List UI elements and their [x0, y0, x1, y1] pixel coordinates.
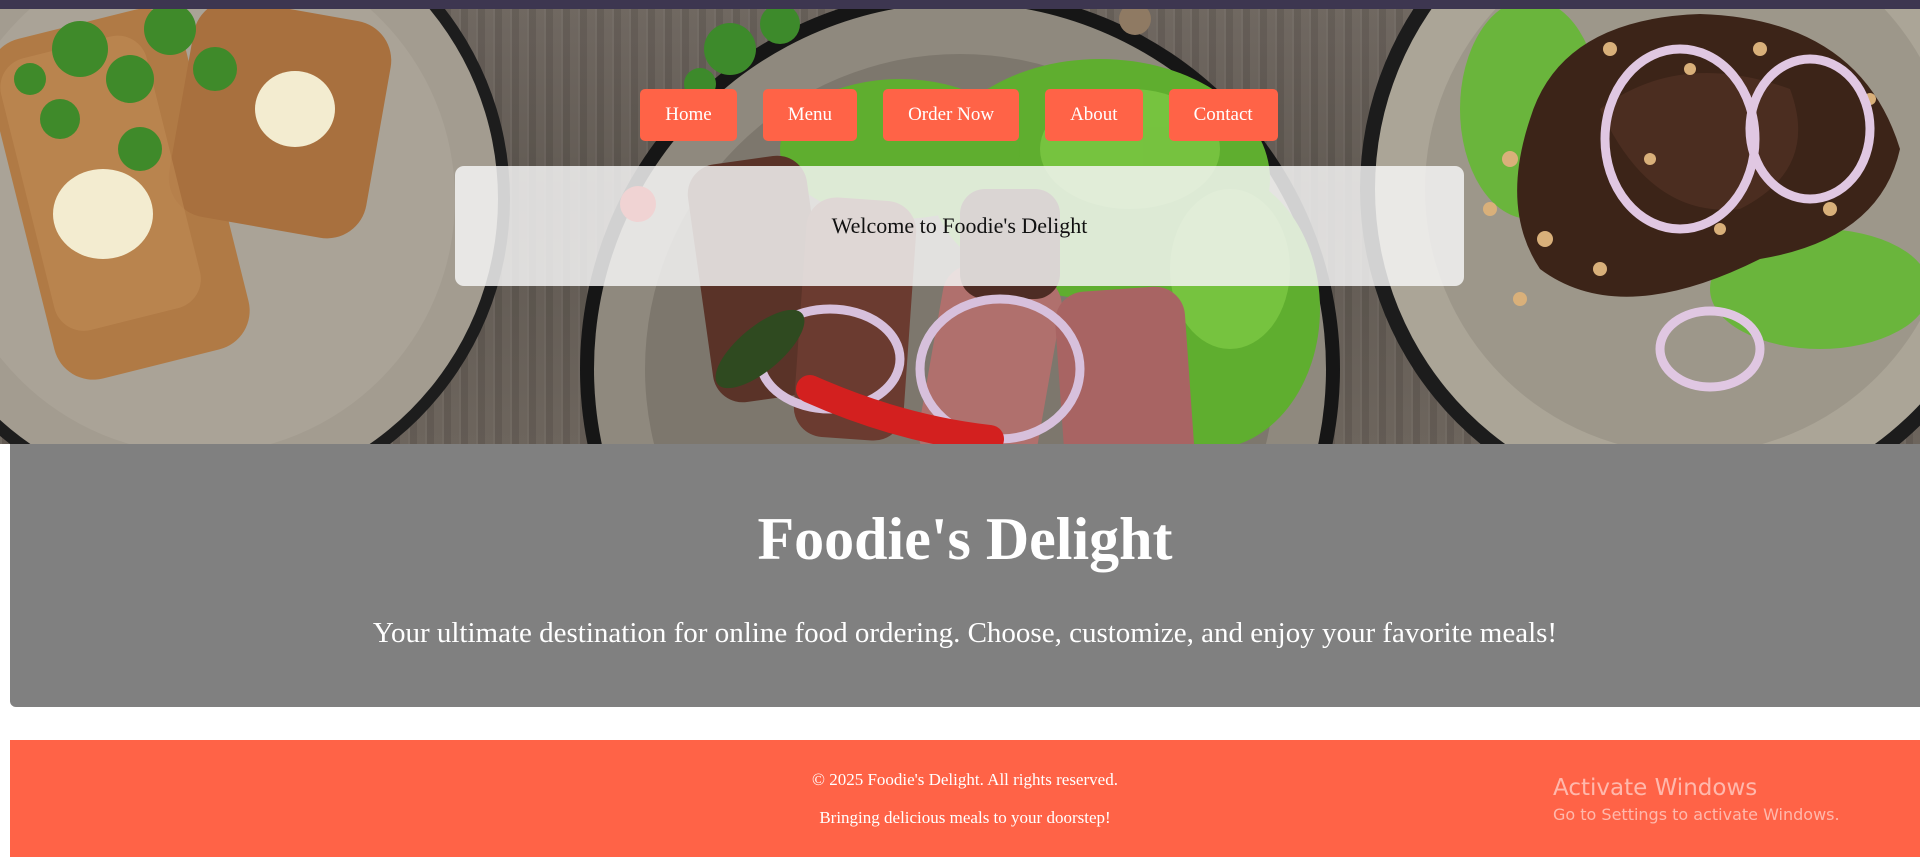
nav-menu-button[interactable]: Menu	[762, 89, 858, 141]
main-nav: Home Menu Order Now About Contact	[0, 89, 1919, 141]
site-tagline: Your ultimate destination for online foo…	[372, 617, 1558, 649]
intro-section: Foodie's Delight Your ultimate destinati…	[10, 444, 1920, 707]
watermark-title: Activate Windows	[1553, 775, 1758, 801]
activate-windows-watermark: Activate Windows Go to Settings to activ…	[1553, 774, 1840, 826]
nav-order-now-button[interactable]: Order Now	[883, 89, 1020, 141]
nav-about-button[interactable]: About	[1045, 89, 1143, 141]
nav-home-button[interactable]: Home	[640, 89, 737, 141]
nav-contact-button[interactable]: Contact	[1168, 89, 1278, 141]
welcome-text: Welcome to Foodie's Delight	[831, 213, 1088, 238]
hero-banner: Home Menu Order Now About Contact Welcom…	[0, 9, 1920, 444]
site-title: Foodie's Delight	[757, 506, 1173, 572]
watermark-subtitle: Go to Settings to activate Windows.	[1553, 805, 1840, 824]
top-bar	[0, 0, 1920, 9]
welcome-box: Welcome to Foodie's Delight	[455, 166, 1464, 286]
